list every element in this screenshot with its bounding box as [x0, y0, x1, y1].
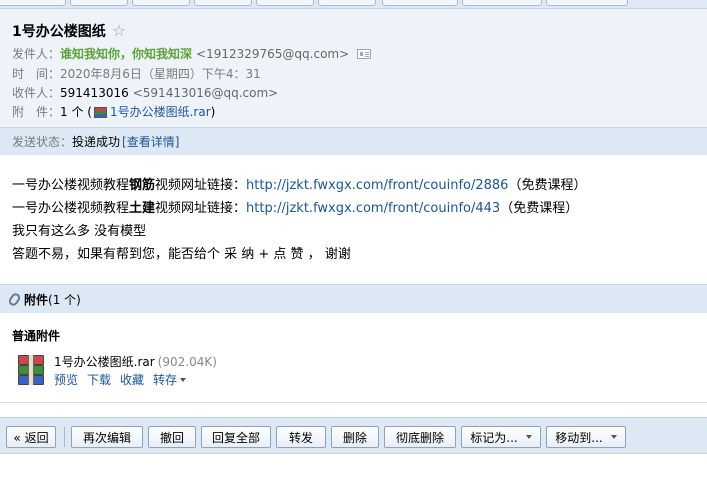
attachment-actions: 预览 下载 收藏 转存 [54, 371, 187, 388]
attachment-file-link[interactable]: 1号办公楼图纸.rar [110, 104, 211, 120]
forward-button[interactable]: 转发 [276, 426, 326, 448]
status-label: 发送状态： [12, 135, 73, 149]
favorite-link[interactable]: 收藏 [120, 371, 144, 388]
attachment-suffix: ) [210, 105, 216, 119]
sender-row: 发件人： 谁知我知你，你知我知深 <1912329765@qq.com> [12, 46, 372, 62]
chevron-down-icon [525, 435, 532, 439]
paperclip-icon [7, 291, 22, 307]
time-label: 时 间： [12, 67, 61, 81]
recipient-label: 收件人： [12, 86, 61, 100]
attachments-header: 附件 (1 个) [0, 284, 707, 313]
rar-file-icon [93, 106, 107, 118]
body-line-2-middle: 视频网址链接： [155, 201, 247, 216]
top-tab-strip [0, 0, 707, 9]
sender-address: <1912329765@qq.com> [196, 47, 350, 61]
status-value: 投递成功 [72, 135, 121, 149]
send-status-bar: 发送状态： 投递成功 [查看详情] [0, 127, 707, 155]
star-icon[interactable]: ☆ [112, 23, 126, 39]
attachments-count: (1 个) [48, 292, 81, 307]
top-tab-4[interactable] [194, 0, 252, 6]
toolbar-separator [64, 427, 65, 447]
attachment-count: 1 个 ( [60, 105, 92, 119]
move-to-label: 移动到... [555, 430, 603, 445]
contact-card-icon[interactable] [357, 49, 372, 59]
top-tab-2[interactable] [70, 0, 128, 6]
time-row: 时 间： 2020年8月6日（星期四）下午4：31 [12, 66, 261, 82]
attachments-area: 普通附件 1号办公楼图纸.rar (902.04K) 预览 下载 收藏 转存 [0, 313, 707, 403]
attachment-file-size: (902.04K) [157, 355, 217, 369]
mark-as-dropdown[interactable]: 标记为... [461, 426, 541, 448]
chevron-down-icon [180, 378, 187, 382]
download-link[interactable]: 下载 [87, 371, 111, 388]
body-line-2-prefix: 一号办公楼视频教程 [12, 201, 130, 216]
subject-row: 1号办公楼图纸 ☆ [12, 21, 126, 41]
top-tab-9[interactable] [546, 0, 628, 6]
move-to-dropdown[interactable]: 移动到... [546, 426, 626, 448]
delete-forever-button[interactable]: 彻底删除 [384, 426, 456, 448]
email-subject: 1号办公楼图纸 [12, 24, 106, 40]
body-line-1-suffix: （免费课程） [508, 178, 587, 193]
reedit-button[interactable]: 再次编辑 [71, 426, 143, 448]
body-line-4: 答题不易，如果有帮到您，能否给个 采 纳 + 点 赞 ， 谢谢 [12, 247, 351, 262]
recipient-name: 591413016 [60, 86, 129, 100]
email-body: 一号办公楼视频教程钢筋视频网址链接：http://jzkt.fwxgx.com/… [12, 174, 586, 266]
top-tab-7[interactable] [382, 0, 458, 6]
normal-attachments-label: 普通附件 [12, 329, 61, 343]
recipient-address: <591413016@qq.com> [132, 86, 279, 100]
action-toolbar: « 返回 再次编辑 撤回 回复全部 转发 删除 彻底删除 标记为... 移动到.… [0, 417, 707, 454]
attachment-row: 附 件： 1 个 ( 1号办公楼图纸.rar ) [12, 104, 215, 120]
top-tab-6[interactable] [318, 0, 376, 6]
body-line-3: 我只有这么多 没有模型 [12, 224, 147, 239]
view-details-link[interactable]: [查看详情] [122, 133, 179, 150]
attachment-file-row: 1号办公楼图纸.rar (902.04K) [54, 353, 217, 370]
sender-name[interactable]: 谁知我知你，你知我知深 [60, 46, 192, 62]
delete-button[interactable]: 删除 [331, 426, 379, 448]
reply-all-button[interactable]: 回复全部 [201, 426, 271, 448]
attachment-label: 附 件： [12, 105, 61, 119]
email-header: 1号办公楼图纸 ☆ 发件人： 谁知我知你，你知我知深 <1912329765@q… [0, 9, 707, 127]
sender-label: 发件人： [12, 47, 61, 61]
body-line-2: 一号办公楼视频教程土建视频网址链接：http://jzkt.fwxgx.com/… [12, 197, 586, 220]
top-tab-5[interactable] [256, 0, 314, 6]
top-tab-3[interactable] [132, 0, 190, 6]
back-button[interactable]: « 返回 [6, 426, 56, 448]
mark-as-label: 标记为... [470, 430, 518, 445]
top-tab-8[interactable] [462, 0, 542, 6]
body-line-2-suffix: （免费课程） [500, 201, 579, 216]
attachment-file-name[interactable]: 1号办公楼图纸.rar [54, 355, 155, 369]
save-to-link[interactable]: 转存 [153, 371, 187, 388]
body-line-1: 一号办公楼视频教程钢筋视频网址链接：http://jzkt.fwxgx.com/… [12, 174, 586, 197]
recall-button[interactable]: 撤回 [148, 426, 196, 448]
preview-link[interactable]: 预览 [54, 371, 78, 388]
body-line-1-prefix: 一号办公楼视频教程 [12, 178, 130, 193]
chevron-down-icon [610, 435, 617, 439]
save-to-label: 转存 [153, 373, 178, 387]
course-link-443[interactable]: http://jzkt.fwxgx.com/front/couinfo/443 [246, 201, 500, 216]
course-link-2886[interactable]: http://jzkt.fwxgx.com/front/couinfo/2886 [246, 178, 508, 193]
time-value: 2020年8月6日（星期四）下午4：31 [60, 67, 261, 81]
body-line-1-bold: 钢筋 [129, 178, 156, 193]
recipient-row: 收件人： 591413016 <591413016@qq.com> [12, 85, 278, 101]
body-line-1-middle: 视频网址链接： [155, 178, 247, 193]
rar-archive-icon[interactable] [18, 355, 44, 385]
top-tab-1[interactable] [0, 0, 66, 6]
body-line-2-bold: 土建 [129, 201, 156, 216]
attachments-title: 附件 [24, 292, 49, 307]
